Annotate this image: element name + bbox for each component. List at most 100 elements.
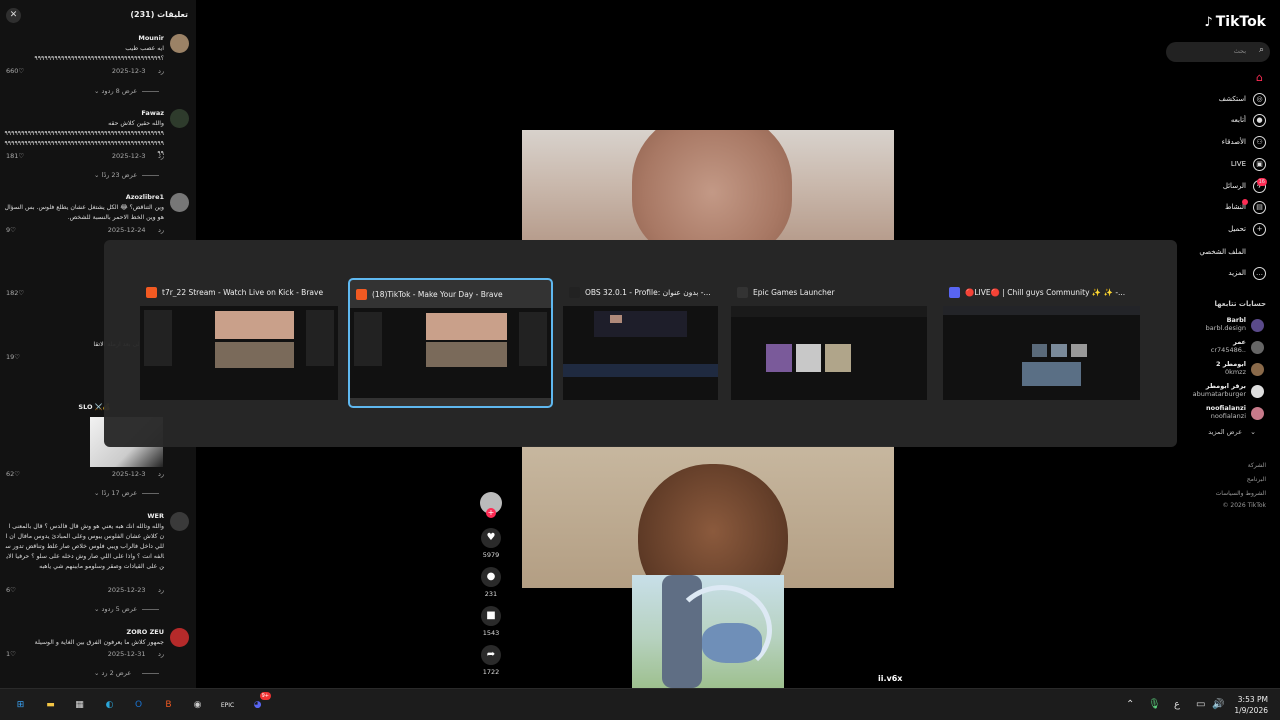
heart-icon[interactable]: ♡ — [18, 152, 24, 160]
avatar[interactable] — [170, 628, 189, 647]
like-count[interactable]: 62♡ — [6, 470, 20, 478]
heart-icon[interactable]: ♡ — [18, 67, 24, 75]
nav-item-friends[interactable]: الأصدقاء ⚇ — [1196, 133, 1268, 153]
comment-author[interactable]: Mounir — [138, 34, 164, 42]
view-replies-link[interactable]: ⌄ عرض 23 ردًا — [94, 171, 160, 179]
search-input[interactable]: بحث ⌕ — [1166, 42, 1270, 62]
creator-avatar[interactable]: + — [480, 492, 502, 518]
heart-icon[interactable]: ♡ — [18, 289, 24, 297]
window-preview[interactable]: t7r_22 Stream - Watch Live on Kick - Bra… — [140, 278, 338, 408]
window-preview[interactable]: Epic Games Launcher — [731, 278, 927, 408]
messages-icon[interactable]: ✈ 16 — [1253, 178, 1267, 193]
following-account[interactable]: برقر ابومطر abumatarburger — [1193, 382, 1268, 402]
nav-item-activity[interactable]: النشاط ▤ — [1196, 198, 1268, 218]
avatar[interactable] — [170, 512, 189, 531]
reply-link[interactable]: رد — [158, 152, 164, 160]
following-account[interactable]: Barbl barbl.design — [1196, 316, 1268, 336]
reply-link[interactable]: رد — [158, 586, 164, 594]
video-username[interactable]: ii.v6x — [878, 674, 902, 683]
tiktok-logo[interactable]: ♪ TikTok — [1204, 14, 1266, 30]
see-more-button[interactable]: عرض المزيد ⌄ — [1208, 428, 1256, 436]
more-icon[interactable]: … — [1253, 267, 1266, 280]
reply-link[interactable]: رد — [158, 67, 164, 75]
nav-item-live[interactable]: LIVE ▣ — [1196, 155, 1268, 175]
window-preview[interactable]: (18)TikTok - Make Your Day - Brave — [348, 278, 553, 408]
store-icon[interactable]: ▦ — [71, 697, 88, 714]
window-preview[interactable]: 🔴LIVE🔴 | Chill guys Community ✨ ✨ -... — [943, 278, 1140, 408]
avatar[interactable] — [1251, 385, 1264, 398]
search-icon[interactable]: ⌕ — [1259, 45, 1264, 55]
view-replies-link[interactable]: ⌄ عرض 5 ردود — [94, 605, 160, 613]
activity-icon[interactable]: ▤ — [1253, 201, 1266, 214]
comment-author[interactable]: ZORO ZEU — [127, 628, 164, 636]
heart-icon[interactable]: ♡ — [10, 586, 16, 594]
share-icon[interactable]: ➦ — [481, 645, 501, 665]
reply-link[interactable]: رد — [158, 470, 164, 478]
discord-icon[interactable]: ◕ 9+ — [249, 692, 271, 714]
like-count[interactable]: 19♡ — [6, 353, 20, 361]
system-clock[interactable]: 3:53 PM 1/9/2026 — [1234, 694, 1268, 716]
view-replies-link[interactable]: ⌄ عرض 8 ردود — [94, 87, 160, 95]
footer-link[interactable]: البرنامج — [1247, 476, 1266, 483]
avatar[interactable] — [170, 109, 189, 128]
avatar[interactable] — [170, 34, 189, 53]
footer-link[interactable]: الشروط والسياسات — [1216, 490, 1266, 497]
windows-start-icon[interactable]: ⊞ — [12, 697, 29, 714]
heart-icon[interactable]: ♡ — [14, 353, 20, 361]
file-explorer-icon[interactable]: ▬ — [42, 697, 59, 714]
like-count[interactable]: 9♡ — [6, 226, 16, 234]
comment-author[interactable]: WER — [147, 512, 164, 520]
heart-icon[interactable]: ♡ — [14, 470, 20, 478]
avatar[interactable] — [1251, 363, 1264, 376]
compass-icon[interactable]: ◎ — [1253, 93, 1266, 106]
like-count[interactable]: 1♡ — [6, 650, 16, 658]
language-indicator[interactable]: ع — [1174, 699, 1180, 710]
nav-item-more[interactable]: المزيد… — [1196, 264, 1268, 284]
avatar[interactable] — [1251, 341, 1264, 354]
heart-icon[interactable]: ♡ — [10, 650, 16, 658]
friends-icon[interactable]: ⚇ — [1253, 136, 1266, 149]
nav-item-home[interactable]: ⌂ — [1196, 68, 1268, 88]
nav-item-avatar[interactable]: أتابعه ● — [1196, 111, 1268, 131]
footer-link[interactable]: الشركة — [1248, 462, 1266, 469]
follow-plus-icon[interactable]: + — [486, 508, 496, 518]
reply-link[interactable]: رد — [158, 650, 164, 658]
network-icon[interactable]: ▭ — [1196, 699, 1205, 710]
avatar[interactable] — [1251, 407, 1264, 420]
like-count[interactable]: 182♡ — [6, 289, 24, 297]
avatar[interactable] — [1251, 319, 1264, 332]
nav-item-upload[interactable]: تحميل + — [1196, 220, 1268, 240]
chevron-up-icon[interactable]: ⌃ — [1126, 699, 1134, 710]
live-icon[interactable]: ▣ — [1253, 158, 1266, 171]
avatar[interactable] — [170, 193, 189, 212]
bookmark-icon[interactable]: ■ — [481, 606, 501, 626]
comment-icon[interactable]: ● — [481, 567, 501, 587]
comment-author[interactable]: Azozlibre1 — [126, 193, 164, 201]
avatar-icon[interactable]: ● — [1253, 114, 1266, 127]
like-count[interactable]: 181♡ — [6, 152, 24, 160]
view-replies-link[interactable]: ⌄ عرض 17 ردًا — [94, 489, 160, 497]
epic-icon[interactable]: EPIC — [219, 697, 236, 714]
nav-item-profile[interactable]: الملف الشخصي — [1196, 243, 1268, 263]
close-icon[interactable]: ✕ — [6, 8, 21, 23]
like-count[interactable]: 660♡ — [6, 67, 24, 75]
outlook-icon[interactable]: O — [130, 697, 147, 714]
obs-icon[interactable]: ◉ — [189, 697, 206, 714]
window-preview[interactable]: OBS 32.0.1 - Profile: بدون عنوان -... — [563, 278, 718, 408]
like-count[interactable]: 6♡ — [6, 586, 16, 594]
following-account[interactable]: عمر cr745486.. — [1196, 338, 1268, 358]
brave-icon[interactable]: B — [160, 697, 177, 714]
following-account[interactable]: noofialanzi noofialanzi — [1196, 404, 1268, 424]
view-replies-link[interactable]: ⌄ عرض 2 رد — [94, 669, 160, 677]
heart-icon[interactable]: ♥ — [481, 528, 501, 548]
volume-icon[interactable]: 🔊 — [1212, 699, 1224, 710]
home-icon[interactable]: ⌂ — [1253, 71, 1266, 84]
following-account[interactable]: ابومطر 2 0kmzz — [1196, 360, 1268, 380]
reply-link[interactable]: رد — [158, 226, 164, 234]
nav-item-messages[interactable]: الرسائل ✈ 16 — [1196, 177, 1268, 197]
microphone-icon[interactable]: 🎙 — [1148, 699, 1161, 710]
edge-icon[interactable]: ◐ — [101, 697, 118, 714]
upload-icon[interactable]: + — [1253, 223, 1266, 236]
nav-item-compass[interactable]: استكشف ◎ — [1196, 90, 1268, 110]
heart-icon[interactable]: ♡ — [10, 226, 16, 234]
